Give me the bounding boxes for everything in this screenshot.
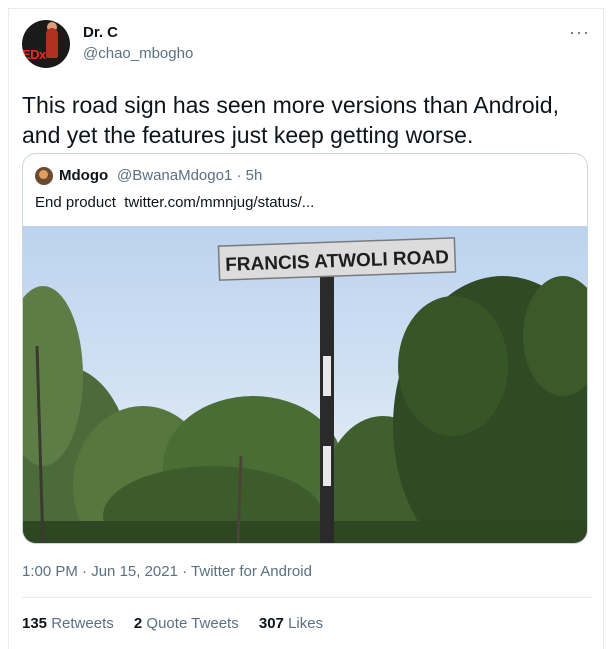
avatar-figure-body: [46, 28, 58, 58]
likes-count: 307: [258, 615, 284, 632]
more-options-icon[interactable]: ···: [569, 22, 590, 43]
photo-scene: FRANCIS ATWOLI ROAD: [23, 237, 587, 543]
retweets-count: 135: [22, 615, 48, 632]
pole-stripe-1: [323, 356, 331, 396]
retweets-label: Retweets: [51, 615, 114, 632]
tweet-date[interactable]: Jun 15, 2021: [91, 563, 178, 580]
tweet-header: EDx Dr. C @chao_mbogho ···: [22, 20, 592, 70]
quoted-tweet-link[interactable]: twitter.com/mmnjug/status/...: [124, 194, 314, 211]
tweet-client[interactable]: Twitter for Android: [191, 563, 312, 580]
author-avatar[interactable]: EDx: [22, 20, 70, 68]
divider: [22, 597, 592, 598]
meta-separator: ·: [77, 563, 92, 580]
tweet-text: This road sign has seen more versions th…: [22, 92, 559, 148]
tweet-stats: 135 Retweets 2 Quote Tweets 307 Likes: [22, 615, 339, 632]
meta-separator: ·: [177, 563, 192, 580]
avatar-logo-text: EDx: [22, 47, 46, 62]
quote-tweets-stat[interactable]: 2 Quote Tweets: [134, 615, 239, 632]
road-sign-photo[interactable]: FRANCIS ATWOLI ROAD: [23, 226, 587, 543]
quote-tweets-label: Quote Tweets: [146, 615, 239, 632]
quoted-tweet[interactable]: Mdogo @BwanaMdogo1 · 5h End product twit…: [22, 153, 588, 544]
pole-stripe-2: [323, 446, 331, 486]
likes-stat[interactable]: 307 Likes: [259, 615, 323, 632]
quote-tweets-count: 2: [133, 615, 143, 632]
quoted-author-handle: @BwanaMdogo1 · 5h: [117, 167, 263, 184]
quoted-author-name: Mdogo: [59, 167, 109, 184]
tweet-meta: 1:00 PM · Jun 15, 2021 · Twitter for And…: [22, 563, 312, 580]
retweets-stat[interactable]: 135 Retweets: [22, 615, 114, 632]
likes-label: Likes: [288, 615, 324, 632]
quoted-author-avatar: [35, 167, 53, 185]
author-handle[interactable]: @chao_mbogho: [83, 45, 193, 62]
ground-shrubs: [23, 521, 587, 543]
quoted-tweet-text: End product twitter.com/mmnjug/status/..…: [35, 194, 314, 211]
author-display-name[interactable]: Dr. C: [83, 24, 118, 41]
tree-right-top: [398, 296, 508, 436]
tweet-time[interactable]: 1:00 PM: [22, 563, 78, 580]
quoted-tweet-body: End product: [35, 194, 116, 211]
sign-pole: [320, 270, 334, 543]
